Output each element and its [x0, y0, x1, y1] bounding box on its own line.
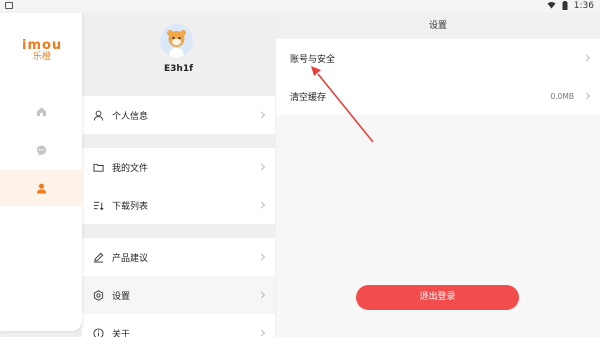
rail-item-profile[interactable]	[0, 170, 82, 206]
menu-group-files: 我的文件 下载列表	[82, 148, 275, 224]
settings-row-label: 账号与安全	[290, 54, 336, 65]
avatar[interactable]	[160, 24, 193, 57]
menu-item-label: 设置	[112, 291, 131, 302]
user-icon	[92, 109, 104, 121]
info-icon	[92, 327, 104, 337]
menu-item-label: 个人信息	[112, 111, 149, 122]
battery-icon	[562, 0, 568, 13]
menu-item-about[interactable]: 关于	[82, 314, 275, 337]
clock-text: 1:36	[573, 1, 594, 11]
menu-group-account: 个人信息	[82, 96, 275, 134]
settings-row-label: 清空缓存	[290, 92, 327, 103]
rail-item-home[interactable]	[0, 93, 82, 129]
menu-item-settings[interactable]: 设置	[82, 276, 275, 314]
settings-row-account-security[interactable]: 账号与安全	[276, 39, 600, 77]
menu-group-misc: 产品建议 设置 关于	[82, 238, 275, 337]
chevron-right-icon	[257, 253, 266, 261]
profile-panel: E3h1f 个人信息 我的文件 下载列表 产品建议 设置 关于	[82, 13, 275, 337]
message-icon	[36, 141, 47, 160]
folder-icon	[92, 161, 104, 173]
download-list-icon	[92, 199, 104, 211]
menu-item-product-suggestion[interactable]: 产品建议	[82, 238, 275, 276]
cache-size-value: 0.0MB	[550, 91, 574, 101]
chevron-right-icon	[257, 329, 266, 337]
person-icon	[36, 179, 47, 198]
imou-logo: imou 乐橙	[22, 38, 63, 63]
settings-row-clear-cache[interactable]: 清空缓存 0.0MB	[276, 77, 600, 115]
home-icon	[36, 102, 47, 121]
menu-item-label: 我的文件	[112, 163, 149, 174]
menu-item-personal-info[interactable]: 个人信息	[82, 96, 275, 134]
logout-button[interactable]: 退出登录	[356, 285, 519, 310]
chevron-right-icon	[582, 92, 591, 100]
settings-panel: 设置 账号与安全 清空缓存 0.0MB 退出登录	[276, 13, 600, 337]
brand-cn-text: 乐橙	[32, 52, 51, 62]
pen-icon	[92, 251, 104, 263]
menu-item-my-files[interactable]: 我的文件	[82, 148, 275, 186]
rail-item-messages[interactable]	[0, 132, 82, 168]
chevron-right-icon	[582, 54, 591, 62]
page-title: 设置	[276, 13, 600, 39]
gear-icon	[92, 289, 104, 301]
chevron-right-icon	[257, 111, 266, 119]
wifi-icon	[547, 1, 556, 12]
menu-item-label: 关于	[112, 329, 131, 337]
nav-rail: imou 乐橙	[0, 13, 82, 331]
menu-item-label: 产品建议	[112, 253, 149, 264]
menu-item-label: 下载列表	[112, 201, 149, 212]
brand-text: imou	[22, 38, 63, 53]
status-bar: 1:36	[0, 0, 600, 13]
chevron-right-icon	[257, 291, 266, 299]
menu-item-download-list[interactable]: 下载列表	[82, 186, 275, 224]
notification-icon	[5, 2, 13, 9]
username: E3h1f	[164, 64, 193, 74]
chevron-right-icon	[257, 163, 266, 171]
chevron-right-icon	[257, 201, 266, 209]
